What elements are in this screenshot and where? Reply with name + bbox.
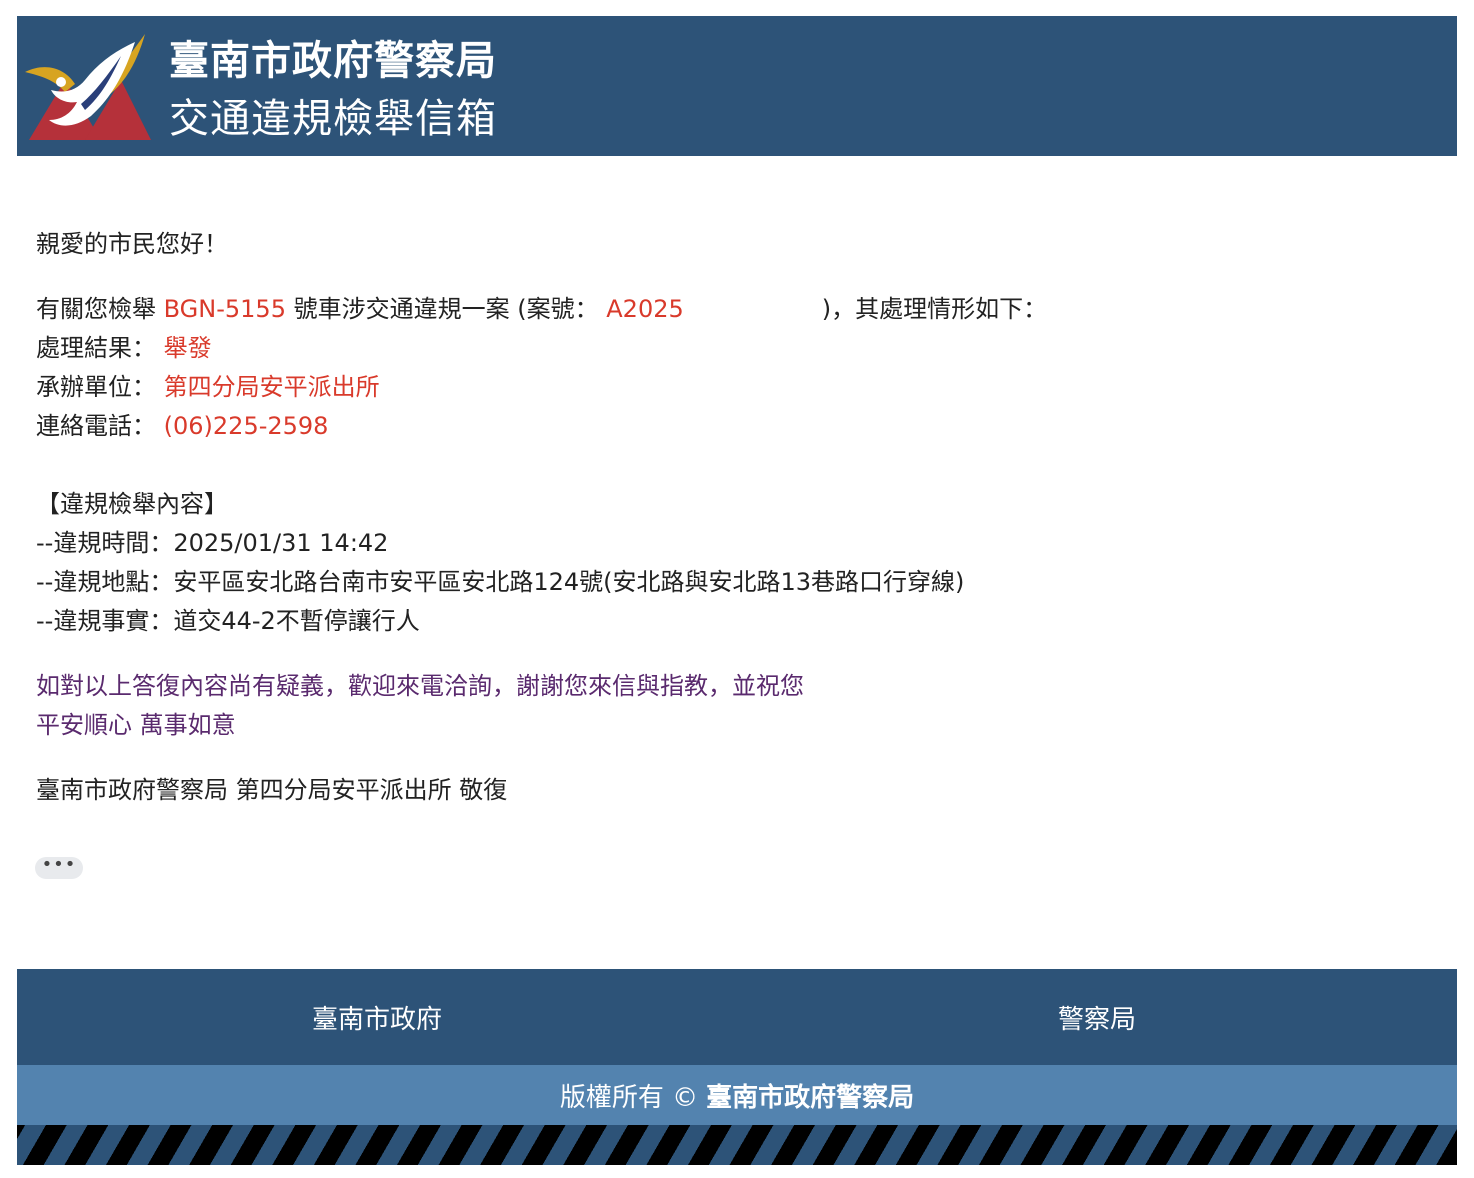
phone-row: 連絡電話： (06)225-2598 — [36, 410, 328, 442]
unit-row: 承辦單位： 第四分局安平派出所 — [36, 371, 380, 403]
closing-line-2: 平安順心 萬事如意 — [36, 711, 236, 739]
ellipsis-icon: ••• — [41, 854, 77, 875]
copyright-bar: 版權所有 © 臺南市政府警察局 — [17, 1065, 1457, 1125]
copyright-org: 臺南市政府警察局 — [706, 1082, 915, 1113]
footer-link-city-government[interactable]: 臺南市政府 — [17, 969, 737, 1065]
case-intro: 有關您檢舉 BGN-5155 號車涉交通違規一案 (案號： A2025 )，其處理… — [36, 293, 1047, 325]
greeting: 親愛的市民您好！ — [36, 230, 228, 258]
violation-fact: --違規事實：道交44-2不暫停讓行人 — [36, 607, 420, 635]
violation-time: --違規時間：2025/01/31 14:42 — [36, 529, 389, 557]
copyright-prefix: 版權所有 © — [559, 1082, 699, 1113]
plate-number: BGN-5155 — [163, 295, 286, 323]
site-header: 臺南市政府警察局 交通違規檢舉信箱 — [17, 16, 1457, 156]
case-number: A2025 — [606, 295, 684, 323]
header-subtitle: 交通違規檢舉信箱 — [169, 96, 497, 142]
unit-label: 承辦單位： — [36, 373, 156, 401]
unit-value: 第四分局安平派出所 — [163, 373, 380, 401]
section-title: 【違規檢舉內容】 — [36, 490, 228, 518]
result-value: 舉發 — [163, 334, 212, 362]
show-more-button[interactable]: ••• — [35, 854, 83, 879]
police-dove-logo-icon — [25, 34, 151, 140]
intro-prefix: 有關您檢舉 — [36, 295, 156, 323]
phone-value[interactable]: (06)225-2598 — [164, 412, 329, 440]
phone-label: 連絡電話： — [36, 412, 156, 440]
result-row: 處理結果： 舉發 — [36, 332, 212, 364]
signature: 臺南市政府警察局 第四分局安平派出所 敬復 — [36, 776, 508, 804]
footer-link-police-bureau[interactable]: 警察局 — [737, 969, 1457, 1065]
decorative-stripes — [17, 1125, 1457, 1165]
header-title: 臺南市政府警察局 — [169, 38, 497, 84]
result-label: 處理結果： — [36, 334, 156, 362]
footer-nav: 臺南市政府 警察局 — [17, 969, 1457, 1065]
intro-mid: 號車涉交通違規一案 (案號： — [293, 295, 599, 323]
intro-suffix: )，其處理情形如下： — [821, 295, 1048, 323]
violation-place: --違規地點：安平區安北路台南市安平區安北路124號(安北路與安北路13巷路口行… — [36, 568, 965, 596]
closing-line-1: 如對以上答復內容尚有疑義，歡迎來電洽詢，謝謝您來信與指教，並祝您 — [36, 672, 804, 700]
